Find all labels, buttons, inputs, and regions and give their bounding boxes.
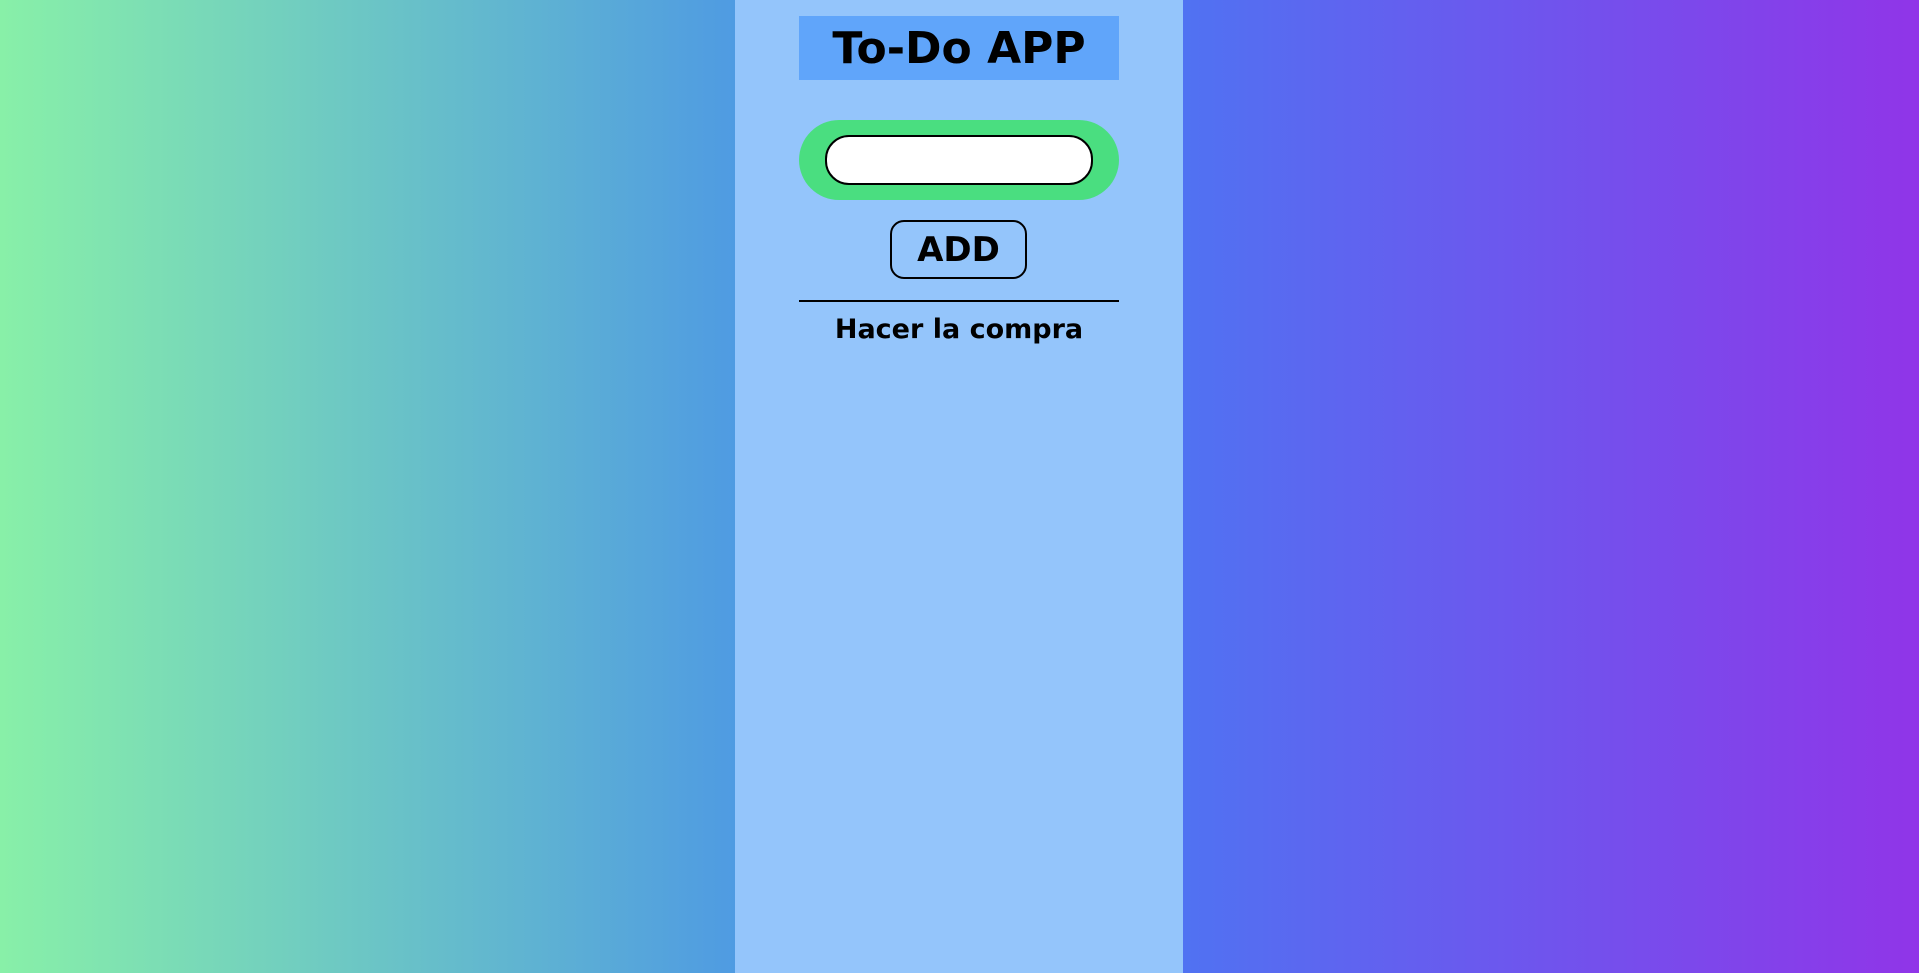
page: To-Do APP ADD Hacer la compra	[0, 0, 1919, 973]
divider	[799, 300, 1119, 302]
left-gradient-panel	[0, 0, 735, 973]
right-gradient-panel	[1183, 0, 1919, 973]
app-title: To-Do APP	[799, 16, 1119, 80]
task-input[interactable]	[825, 135, 1093, 185]
add-button[interactable]: ADD	[890, 220, 1027, 279]
task-list: Hacer la compra	[799, 310, 1119, 350]
input-frame	[799, 120, 1119, 200]
task-item[interactable]: Hacer la compra	[799, 310, 1119, 350]
todo-app-panel: To-Do APP ADD Hacer la compra	[735, 0, 1183, 973]
